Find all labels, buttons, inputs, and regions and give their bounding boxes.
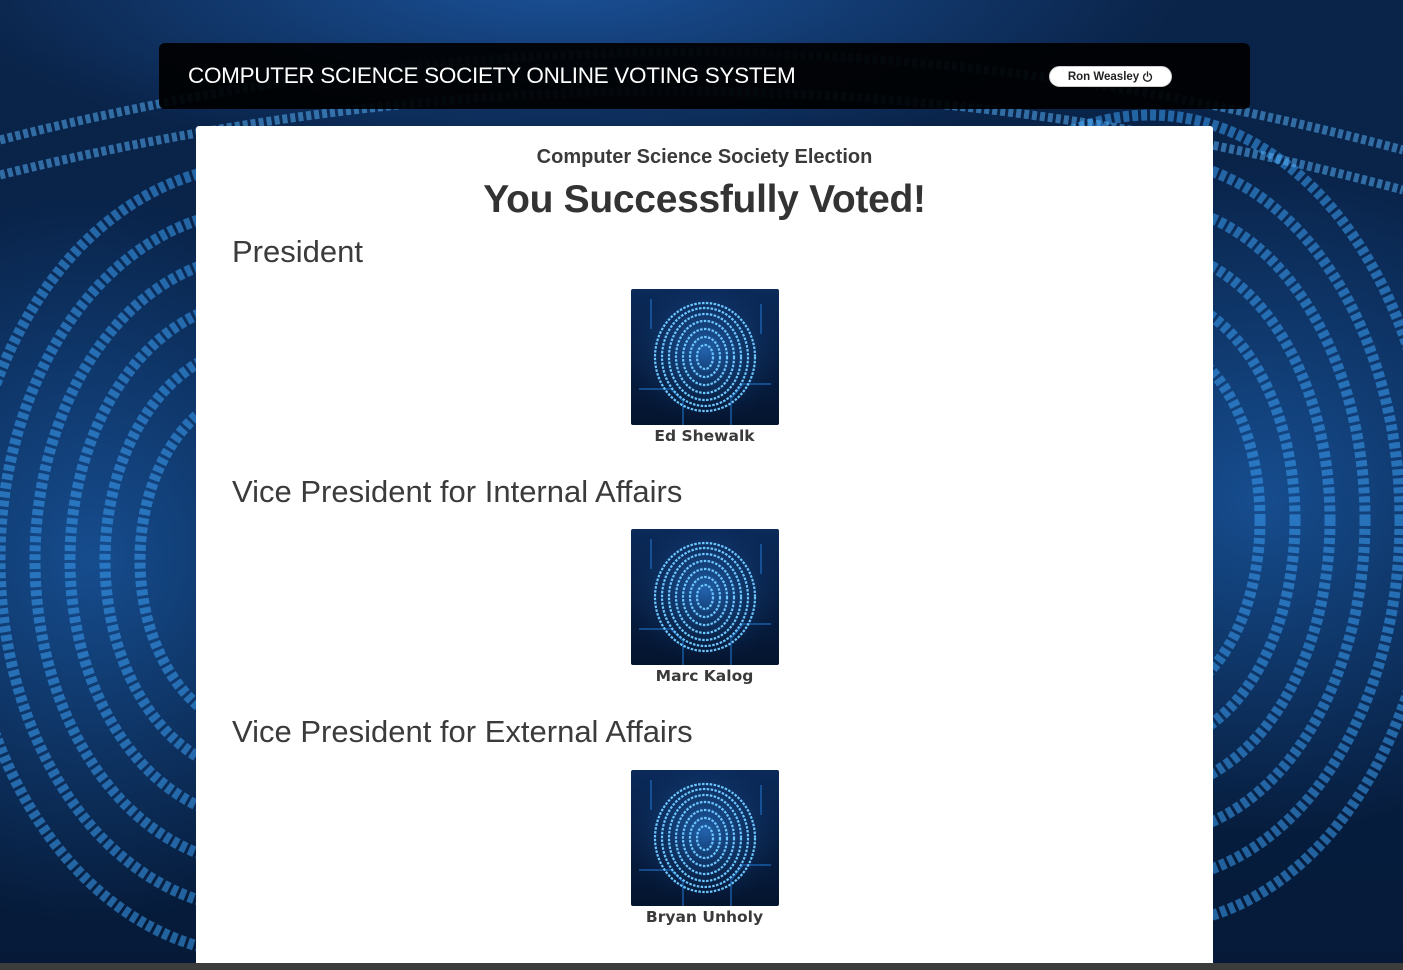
position-title-vp-external: Vice President for External Affairs: [232, 714, 693, 749]
candidate-name: Bryan Unholy: [645, 908, 764, 926]
fingerprint-image: [631, 289, 779, 425]
election-title: Computer Science Society Election: [536, 146, 873, 168]
candidate-card-president: Ed Shewalk: [196, 289, 1213, 445]
candidate-name: Marc Kalog: [655, 667, 754, 685]
fingerprint-image: [631, 529, 779, 665]
page-bottom-edge: [0, 963, 1403, 970]
top-navbar: COMPUTER SCIENCE SOCIETY ONLINE VOTING S…: [159, 43, 1250, 109]
user-name-label: Ron Weasley: [1067, 70, 1140, 83]
fingerprint-image: [631, 770, 779, 906]
candidate-card-vp-internal: Marc Kalog: [196, 529, 1213, 685]
candidate-card-vp-external: Bryan Unholy: [196, 770, 1213, 926]
app-title: COMPUTER SCIENCE SOCIETY ONLINE VOTING S…: [188, 63, 796, 88]
user-logout-button[interactable]: Ron Weasley: [1049, 66, 1172, 87]
success-heading: You Successfully Voted!: [483, 178, 926, 221]
power-icon: [1142, 71, 1153, 82]
position-title-vp-internal: Vice President for Internal Affairs: [232, 474, 683, 509]
vote-summary-card: Computer Science Society Election You Su…: [196, 126, 1213, 970]
candidate-name: Ed Shewalk: [654, 427, 755, 445]
position-title-president: President: [232, 234, 363, 269]
